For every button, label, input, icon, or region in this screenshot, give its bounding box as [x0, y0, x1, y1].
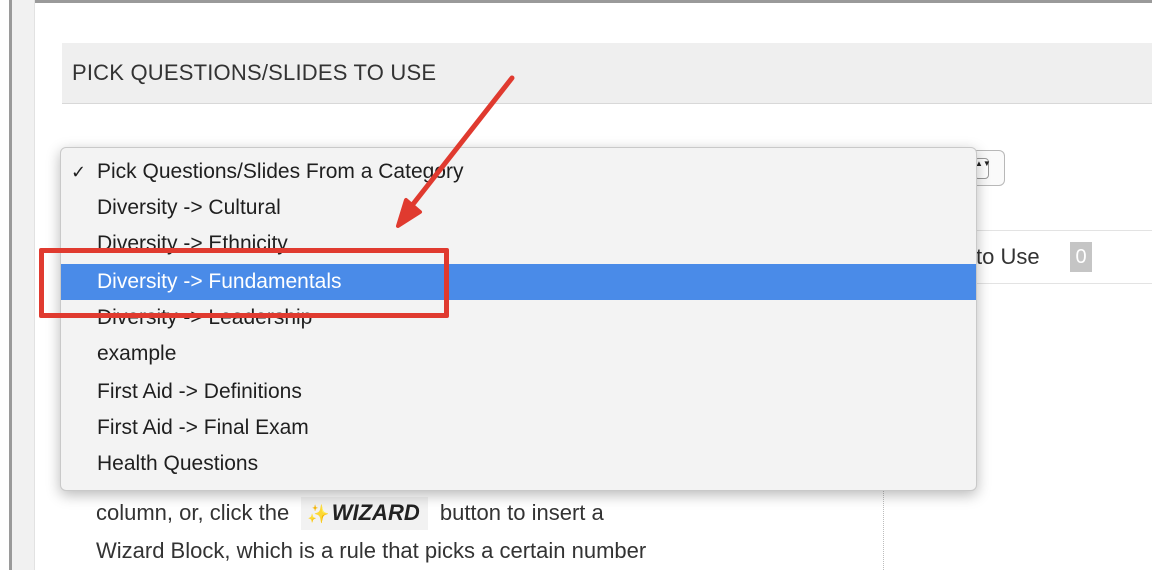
checkmark-icon: ✓ [71, 162, 87, 182]
dropdown-item[interactable]: Diversity -> Cultural [61, 190, 976, 226]
help-text-before: column, or, click the [96, 500, 290, 525]
questions-to-use-label: to Use [976, 244, 1040, 269]
dropdown-item-label: First Aid -> Definitions [97, 380, 302, 403]
dropdown-item[interactable]: Health Questions [61, 446, 976, 482]
dropdown-item[interactable]: example [61, 336, 976, 372]
category-dropdown-menu[interactable]: ✓ Pick Questions/Slides From a Category … [60, 147, 977, 491]
help-line-1: column, or, click the ✨WIZARD button to … [96, 494, 876, 532]
app-window: PICK QUESTIONS/SLIDES TO USE ▲▼ to Use 0… [0, 0, 1152, 570]
help-text: column, or, click the ✨WIZARD button to … [96, 494, 876, 570]
wizard-button-label: WIZARD [331, 500, 420, 525]
help-line-2: Wizard Block, which is a rule that picks… [96, 538, 647, 563]
wizard-button[interactable]: ✨WIZARD [301, 497, 428, 530]
questions-to-use-row: to Use 0 [966, 230, 1152, 284]
dropdown-item-label: Pick Questions/Slides From a Category [97, 160, 464, 183]
dropdown-item-label: example [97, 342, 177, 365]
wand-icon: ✨ [307, 504, 330, 524]
dropdown-item[interactable]: ✓ Pick Questions/Slides From a Category [61, 154, 976, 190]
dropdown-item[interactable]: First Aid -> Definitions [61, 374, 976, 410]
dropdown-item-label: Health Questions [97, 452, 259, 475]
left-rail [12, 0, 35, 570]
dropdown-item[interactable]: First Aid -> Final Exam [61, 410, 976, 446]
annotation-highlight-box [39, 248, 449, 318]
section-title: PICK QUESTIONS/SLIDES TO USE [72, 60, 437, 85]
dropdown-item-label: Diversity -> Cultural [97, 196, 281, 219]
column-divider [883, 490, 884, 570]
top-border [9, 0, 1152, 3]
dropdown-item-label: First Aid -> Final Exam [97, 416, 309, 439]
questions-count-badge: 0 [1070, 242, 1092, 272]
help-text-after: button to insert a [439, 500, 604, 525]
section-header: PICK QUESTIONS/SLIDES TO USE [62, 43, 1152, 104]
